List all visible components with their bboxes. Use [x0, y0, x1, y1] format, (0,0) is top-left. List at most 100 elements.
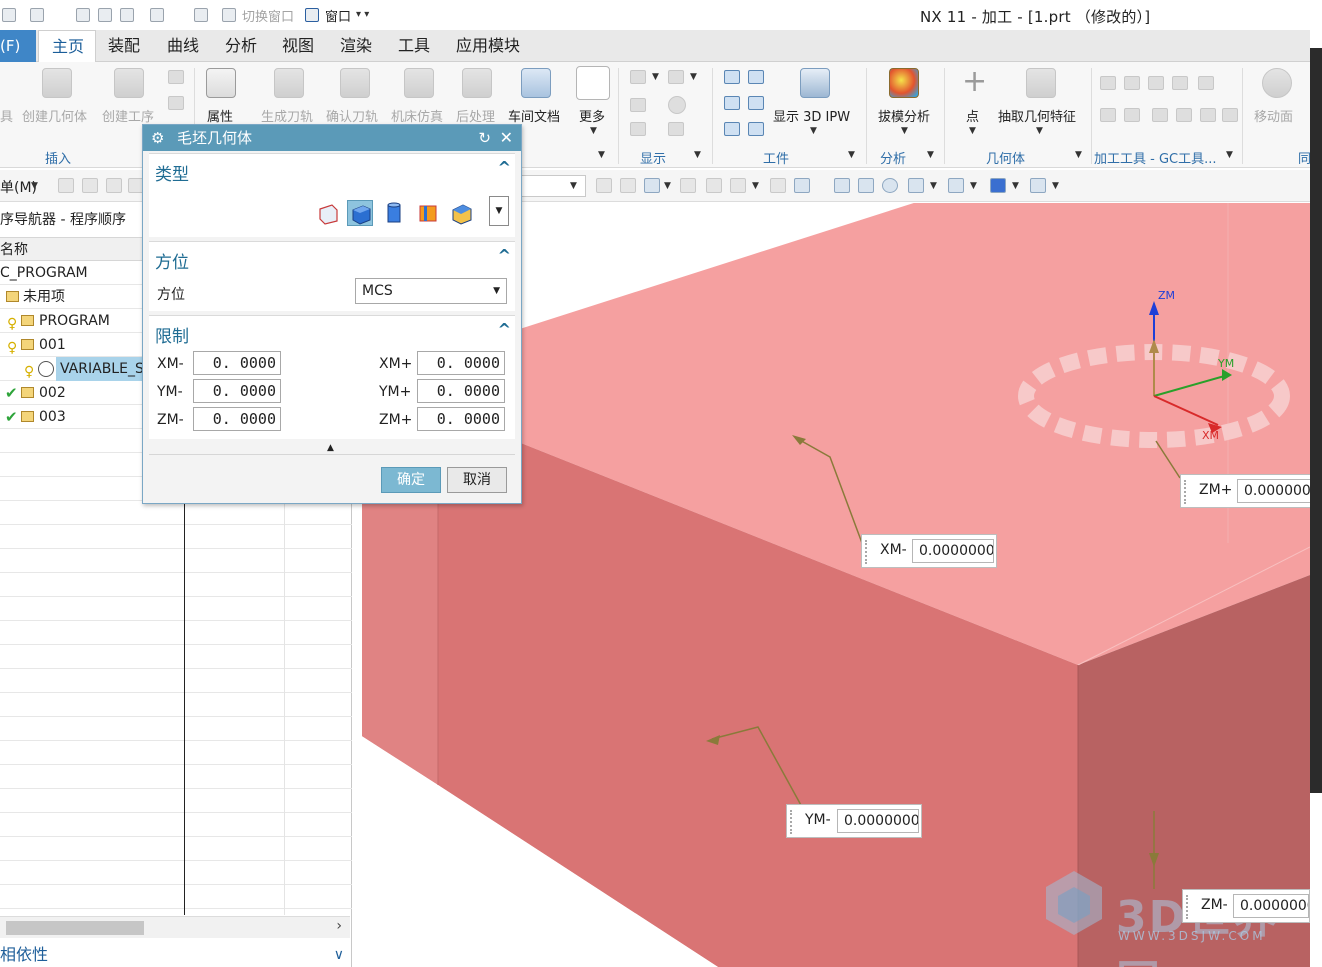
touch-mode-icon[interactable] [194, 8, 208, 22]
properties-icon[interactable] [206, 68, 236, 98]
draft-dropdown-icon[interactable]: ▼ [901, 126, 908, 136]
gc-tool-icon-5[interactable] [1198, 76, 1214, 90]
ok-button[interactable]: 确定 [381, 467, 441, 493]
group-dropdown-icon[interactable]: ▼ [598, 150, 605, 160]
gc-tool-icon-8[interactable] [1152, 108, 1168, 122]
shade-icon[interactable] [770, 178, 786, 193]
cylinder-type-icon[interactable] [381, 200, 407, 226]
window-menu-button[interactable]: 窗口 [325, 6, 351, 25]
shop-documentation-button[interactable]: 车间文档 [508, 106, 560, 125]
select-filter-icon-3[interactable] [106, 178, 122, 193]
workpiece-icon-5[interactable] [724, 122, 740, 136]
zm-minus-handle-input[interactable]: 0.0000000 [1233, 894, 1309, 918]
zm-plus-handle[interactable]: ZM+ 0.0000000 [1180, 474, 1310, 508]
zm-plus-handle-input[interactable]: 0.0000000 [1237, 479, 1310, 503]
group-dropdown-icon[interactable]: ▼ [848, 150, 855, 160]
tab-curve[interactable]: 曲线 [167, 30, 199, 62]
limits-section-title[interactable]: 限制 [155, 322, 189, 347]
more-options-toggle[interactable]: ▲ [149, 441, 515, 455]
extract-geometry-button[interactable]: 抽取几何特征 [998, 106, 1076, 125]
part-convex-hull-type-icon[interactable] [449, 200, 475, 226]
paste-icon[interactable] [120, 8, 134, 22]
switch-window-button[interactable]: 切换窗口 [242, 6, 294, 25]
block-type-icon[interactable] [347, 200, 373, 226]
render-style-icon[interactable] [948, 178, 964, 193]
orientation-section-title[interactable]: 方位 [155, 248, 189, 273]
collapse-icon[interactable]: ^ [498, 158, 511, 177]
dialog-title-bar[interactable]: ⚙ 毛坯几何体 ↻ ✕ [143, 125, 521, 151]
tab-analysis[interactable]: 分析 [225, 30, 257, 62]
window-menu-dropdown-icon[interactable]: ▾ ▾ [356, 9, 369, 20]
machine-simulation-button[interactable]: 机床仿真 [391, 106, 443, 125]
create-operation-icon[interactable] [114, 68, 144, 98]
zm-minus-input[interactable]: 0. 0000 [193, 407, 281, 431]
tab-view[interactable]: 视图 [282, 30, 314, 62]
display-option-icon-4[interactable] [668, 96, 686, 114]
type-dropdown-icon[interactable]: ▼ [489, 196, 509, 226]
work-layer-icon[interactable] [990, 178, 1006, 193]
snap-icon-2[interactable] [620, 178, 636, 193]
show-3d-ipw-icon[interactable] [800, 68, 830, 98]
gc-tool-icon-2[interactable] [1124, 76, 1140, 90]
workpiece-icon-3[interactable] [724, 96, 740, 110]
create-geometry-button[interactable]: 创建几何体 [22, 106, 87, 125]
work-layer-dropdown-icon[interactable]: ▼ [1012, 181, 1019, 191]
ym-plus-input[interactable]: 0. 0000 [417, 379, 505, 403]
cancel-button[interactable]: 取消 [447, 467, 507, 493]
box-select-dropdown-icon[interactable]: ▼ [752, 181, 759, 191]
save-icon[interactable] [2, 8, 16, 22]
xm-plus-input[interactable]: 0. 0000 [417, 351, 505, 375]
ym-minus-handle-input[interactable]: 0.0000000 [837, 809, 919, 833]
drag-grip-icon[interactable] [790, 810, 794, 834]
display-option-icon[interactable] [630, 70, 646, 84]
collapse-icon[interactable]: ^ [498, 320, 511, 339]
workpiece-icon[interactable] [724, 70, 740, 84]
group-dropdown-icon[interactable]: ▼ [1075, 150, 1082, 160]
move-face-icon[interactable] [1262, 68, 1292, 98]
more-icon[interactable] [576, 66, 610, 100]
display-option-icon-2[interactable] [668, 70, 684, 84]
orientation-select[interactable]: MCS ▼ [355, 278, 507, 304]
caret-up-icon[interactable]: ▲ [327, 443, 334, 453]
gc-tool-icon-7[interactable] [1124, 108, 1140, 122]
gc-tool-icon-9[interactable] [1176, 108, 1192, 122]
create-tool-label[interactable]: 具 [0, 106, 13, 125]
menu-dropdown-icon[interactable]: ▼ [31, 181, 38, 191]
gc-tool-icon-10[interactable] [1200, 108, 1216, 122]
point-dropdown-icon[interactable]: ▼ [969, 126, 976, 136]
drag-grip-icon[interactable] [1184, 480, 1188, 504]
file-menu-tab[interactable]: (F) [0, 30, 36, 62]
more-dropdown-icon[interactable]: ▼ [590, 126, 597, 136]
horizontal-scrollbar[interactable]: › [0, 916, 350, 938]
collapse-icon[interactable]: ^ [498, 246, 511, 265]
properties-button[interactable]: 属性 [207, 106, 233, 125]
select-filter-icon[interactable] [58, 178, 74, 193]
display-option-icon-3[interactable] [630, 98, 646, 112]
drag-grip-icon[interactable] [1186, 895, 1190, 919]
switch-window-icon[interactable] [222, 8, 236, 22]
snap-icon-4[interactable] [706, 178, 722, 193]
type-section-title[interactable]: 类型 [155, 160, 189, 185]
point-button[interactable]: 点 [966, 106, 979, 125]
tab-application[interactable]: 应用模块 [456, 30, 520, 62]
point-icon[interactable]: + [962, 64, 987, 99]
zm-plus-input[interactable]: 0. 0000 [417, 407, 505, 431]
snap-point-icon[interactable] [644, 178, 660, 193]
view-orientation-dropdown-icon[interactable]: ▼ [930, 181, 937, 191]
ym-minus-input[interactable]: 0. 0000 [193, 379, 281, 403]
verify-path-icon[interactable] [340, 68, 370, 98]
workpiece-icon-6[interactable] [748, 122, 764, 136]
tab-home[interactable]: 主页 [38, 30, 96, 63]
show-hide-icon[interactable] [1030, 178, 1046, 193]
select-filter-icon-2[interactable] [82, 178, 98, 193]
gc-tool-icon[interactable] [1100, 76, 1116, 90]
display-dropdown-icon-2[interactable]: ▼ [690, 72, 697, 82]
verify-path-button[interactable]: 确认刀轨 [326, 106, 378, 125]
gc-tool-icon-3[interactable] [1148, 76, 1164, 90]
scroll-right-icon[interactable]: › [336, 918, 342, 934]
reset-icon[interactable]: ↻ [478, 125, 491, 151]
selection-scope-dropdown-icon[interactable]: ▼ [570, 181, 577, 191]
gc-tool-icon-4[interactable] [1172, 76, 1188, 90]
show-hide-dropdown-icon[interactable]: ▼ [1052, 181, 1059, 191]
shop-documentation-icon[interactable] [521, 68, 551, 98]
